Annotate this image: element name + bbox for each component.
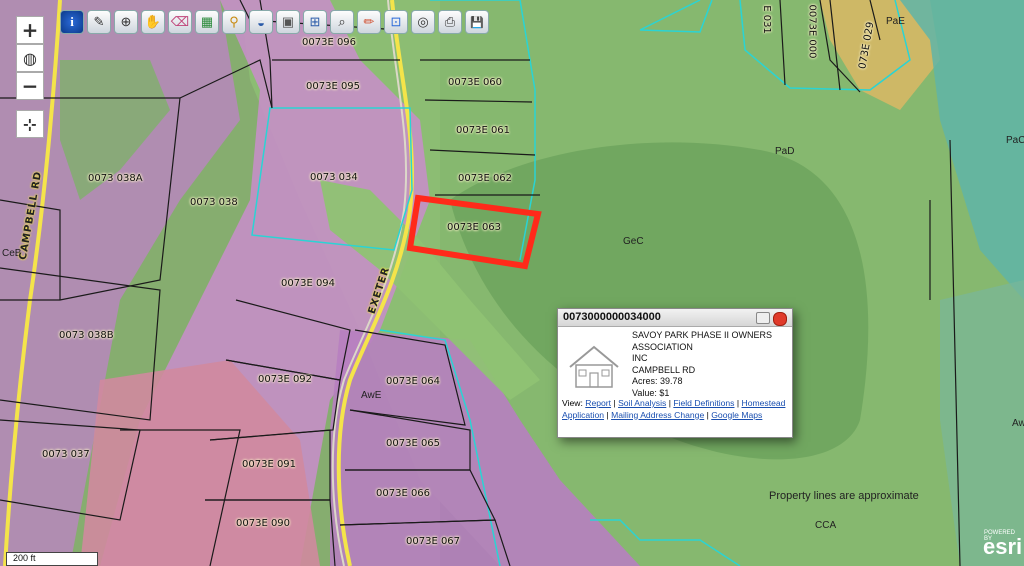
soil-label: Aw xyxy=(1012,418,1024,429)
select-parcels-icon[interactable]: ▦ xyxy=(195,10,219,34)
parcel-label[interactable]: 0073E 096 xyxy=(302,37,356,48)
popup-title: 0073000000034000 xyxy=(563,311,661,323)
soil-label: CCA xyxy=(815,520,837,531)
save-icon[interactable]: 💾 xyxy=(465,10,489,34)
view-label: View: xyxy=(562,398,583,408)
mailing-address-change-link[interactable]: Mailing Address Change xyxy=(611,410,704,420)
owner-line: SAVOY PARK PHASE II OWNERS xyxy=(632,330,773,340)
map-canvas[interactable] xyxy=(0,0,1024,566)
info-icon[interactable]: i xyxy=(60,10,84,34)
house-icon xyxy=(569,345,619,388)
parcel-label[interactable]: 0073 038 xyxy=(190,197,238,208)
approximate-lines-note: Property lines are approximate xyxy=(769,490,919,502)
parcel-label[interactable]: 0073E 090 xyxy=(236,518,290,529)
parcel-address: CAMPBELL RD xyxy=(632,364,696,375)
print-icon[interactable]: ⎙ xyxy=(438,10,462,34)
parcel-label[interactable]: 0073E 064 xyxy=(386,376,440,387)
parcel-label[interactable]: 0073E 063 xyxy=(447,222,501,233)
street-view-icon[interactable]: ⚲ xyxy=(222,10,246,34)
scale-label: 200 ft xyxy=(13,553,36,563)
google-maps-link[interactable]: Google Maps xyxy=(711,410,762,420)
eraser-icon[interactable]: ⌫ xyxy=(168,10,192,34)
parcel-label[interactable]: 0073E 062 xyxy=(458,173,512,184)
pin-icon[interactable] xyxy=(756,312,770,324)
parcel-label[interactable]: 0073E 067 xyxy=(406,536,460,547)
zoom-box-icon[interactable]: ⊕ xyxy=(114,10,138,34)
parcel-label[interactable]: 0073E 060 xyxy=(448,77,502,88)
parcel-label[interactable]: 0073E 094 xyxy=(281,278,335,289)
parcel-acres: Acres: 39.78 xyxy=(632,376,683,386)
measure-icon[interactable]: ⊡ xyxy=(384,10,408,34)
esri-attribution[interactable]: POWERED BY esri xyxy=(980,528,1024,566)
owner-line: INC xyxy=(632,353,648,363)
layers-icon[interactable]: ◎ xyxy=(411,10,435,34)
parcel-label[interactable]: 0073E 092 xyxy=(258,374,312,385)
parcel-label[interactable]: E 031 xyxy=(761,5,772,34)
owner-line: ASSOCIATION xyxy=(632,341,693,352)
soil-label: GeC xyxy=(623,236,644,247)
parcel-label[interactable]: 0073 034 xyxy=(310,172,358,183)
draw-pencil-icon[interactable]: ✏ xyxy=(357,10,381,34)
map-tips-icon[interactable]: ✎ xyxy=(87,10,111,34)
report-link[interactable]: Report xyxy=(585,398,611,408)
basemap-icon[interactable]: ◒ xyxy=(249,10,273,34)
soil-analysis-link[interactable]: Soil Analysis xyxy=(618,398,666,408)
parcel-label[interactable]: 0073E 066 xyxy=(376,488,430,499)
popup-links: View: Report | Soil Analysis | Field Def… xyxy=(562,398,786,420)
parcel-label[interactable]: 0073 037 xyxy=(42,449,90,460)
soil-label: PaD xyxy=(775,146,795,157)
soil-label: PaC xyxy=(1006,135,1024,146)
zoom-in-button[interactable]: + xyxy=(16,16,44,44)
parcel-info-popup: 0073000000034000 SAVOY PARK PHASE II OWN… xyxy=(557,308,793,438)
zoom-out-button[interactable]: − xyxy=(16,72,44,100)
parcel-label[interactable]: 0073E 000 xyxy=(807,4,818,58)
parcel-label[interactable]: 0073E 061 xyxy=(456,125,510,136)
scale-bar: 200 ft xyxy=(6,552,98,566)
popup-header: 0073000000034000 xyxy=(558,309,792,327)
esri-logo: esri xyxy=(983,534,1023,559)
soil-label: PaE xyxy=(886,16,905,27)
globe-icon[interactable]: ◍ xyxy=(16,44,44,72)
parcel-label[interactable]: 0073E 091 xyxy=(242,459,296,470)
map-toolbar: i ✎ ⊕ ✋ ⌫ ▦ ⚲ ◒ ▣ ⊞ ⌕ ✏ ⊡ ◎ ⎙ 💾 xyxy=(60,10,489,36)
imagery-icon[interactable]: ▣ xyxy=(276,10,300,34)
buffer-icon[interactable]: ⊞ xyxy=(303,10,327,34)
parcel-label[interactable]: 0073 038A xyxy=(88,173,143,184)
locate-button[interactable]: ⊹ xyxy=(16,110,44,138)
soil-label: AwE xyxy=(361,390,382,401)
pan-hand-icon[interactable]: ✋ xyxy=(141,10,165,34)
field-definitions-link[interactable]: Field Definitions xyxy=(673,398,734,408)
parcel-label[interactable]: 0073E 095 xyxy=(306,81,360,92)
close-icon[interactable] xyxy=(773,312,787,326)
parcel-label[interactable]: 0073E 065 xyxy=(386,438,440,449)
parcel-label[interactable]: 0073 038B xyxy=(59,330,114,341)
search-icon[interactable]: ⌕ xyxy=(330,10,354,34)
